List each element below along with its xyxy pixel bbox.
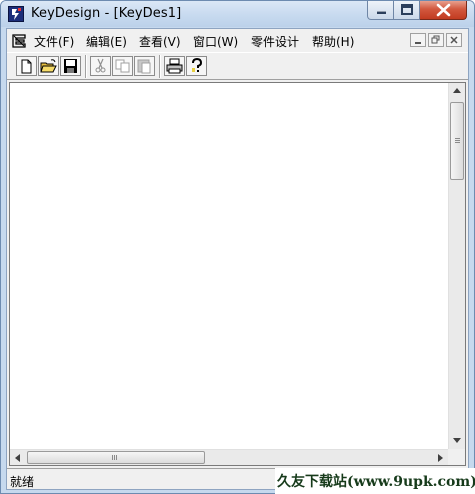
minimize-button[interactable] [367,1,394,20]
new-file-icon[interactable] [16,56,37,76]
copy-icon[interactable] [112,56,133,76]
status-text: 就绪 [10,475,35,489]
client-frame: 文件(F) 编辑(E) 查看(V) 窗口(W) 零件设计 帮助(H) 就绪 [6,28,469,490]
scroll-down-icon[interactable] [453,438,461,443]
close-button[interactable] [420,1,467,20]
print-icon[interactable] [164,56,185,76]
document-area[interactable] [9,82,466,466]
scroll-up-icon[interactable] [453,88,461,93]
cut-icon[interactable] [90,56,111,76]
title-bar[interactable]: KeyDesign - [KeyDes1] [1,1,474,27]
scroll-right-icon[interactable] [438,454,443,462]
vertical-scroll-thumb[interactable] [450,102,464,180]
menu-view[interactable]: 查看(V) [139,33,181,50]
child-restore-button[interactable] [428,33,444,47]
maximize-button[interactable] [394,1,420,20]
horizontal-scrollbar[interactable] [10,449,448,465]
child-minimize-button[interactable] [410,33,426,47]
scroll-left-icon[interactable] [15,454,20,462]
vertical-scrollbar[interactable] [448,83,465,449]
watermark: 久友下载站(www.9upk.com) [275,468,475,494]
window-title: KeyDesign - [KeyDes1] [31,6,182,21]
toolbar [7,52,468,80]
scroll-corner [448,449,465,465]
menu-bar: 文件(F) 编辑(E) 查看(V) 窗口(W) 零件设计 帮助(H) [7,29,468,51]
watermark-text: 久友下载站(www.9upk.com) [277,474,475,490]
open-folder-icon[interactable] [38,56,59,76]
menu-part-design[interactable]: 零件设计 [251,33,299,50]
toolbar-separator [159,55,161,78]
menu-window[interactable]: 窗口(W) [193,33,238,50]
toolbar-separator [85,55,87,78]
menu-help[interactable]: 帮助(H) [312,33,354,50]
menu-edit[interactable]: 编辑(E) [86,33,127,50]
help-icon[interactable] [186,56,207,76]
application-window: KeyDesign - [KeyDes1] 文件(F) 编辑(E) 查看(V) … [0,0,475,494]
save-icon[interactable] [60,56,81,76]
horizontal-scroll-thumb[interactable] [27,451,205,464]
menu-file[interactable]: 文件(F) [34,33,74,50]
child-window-icon[interactable] [12,33,26,48]
child-close-button[interactable] [446,33,462,47]
app-icon[interactable] [8,6,24,22]
paste-icon[interactable] [134,56,155,76]
